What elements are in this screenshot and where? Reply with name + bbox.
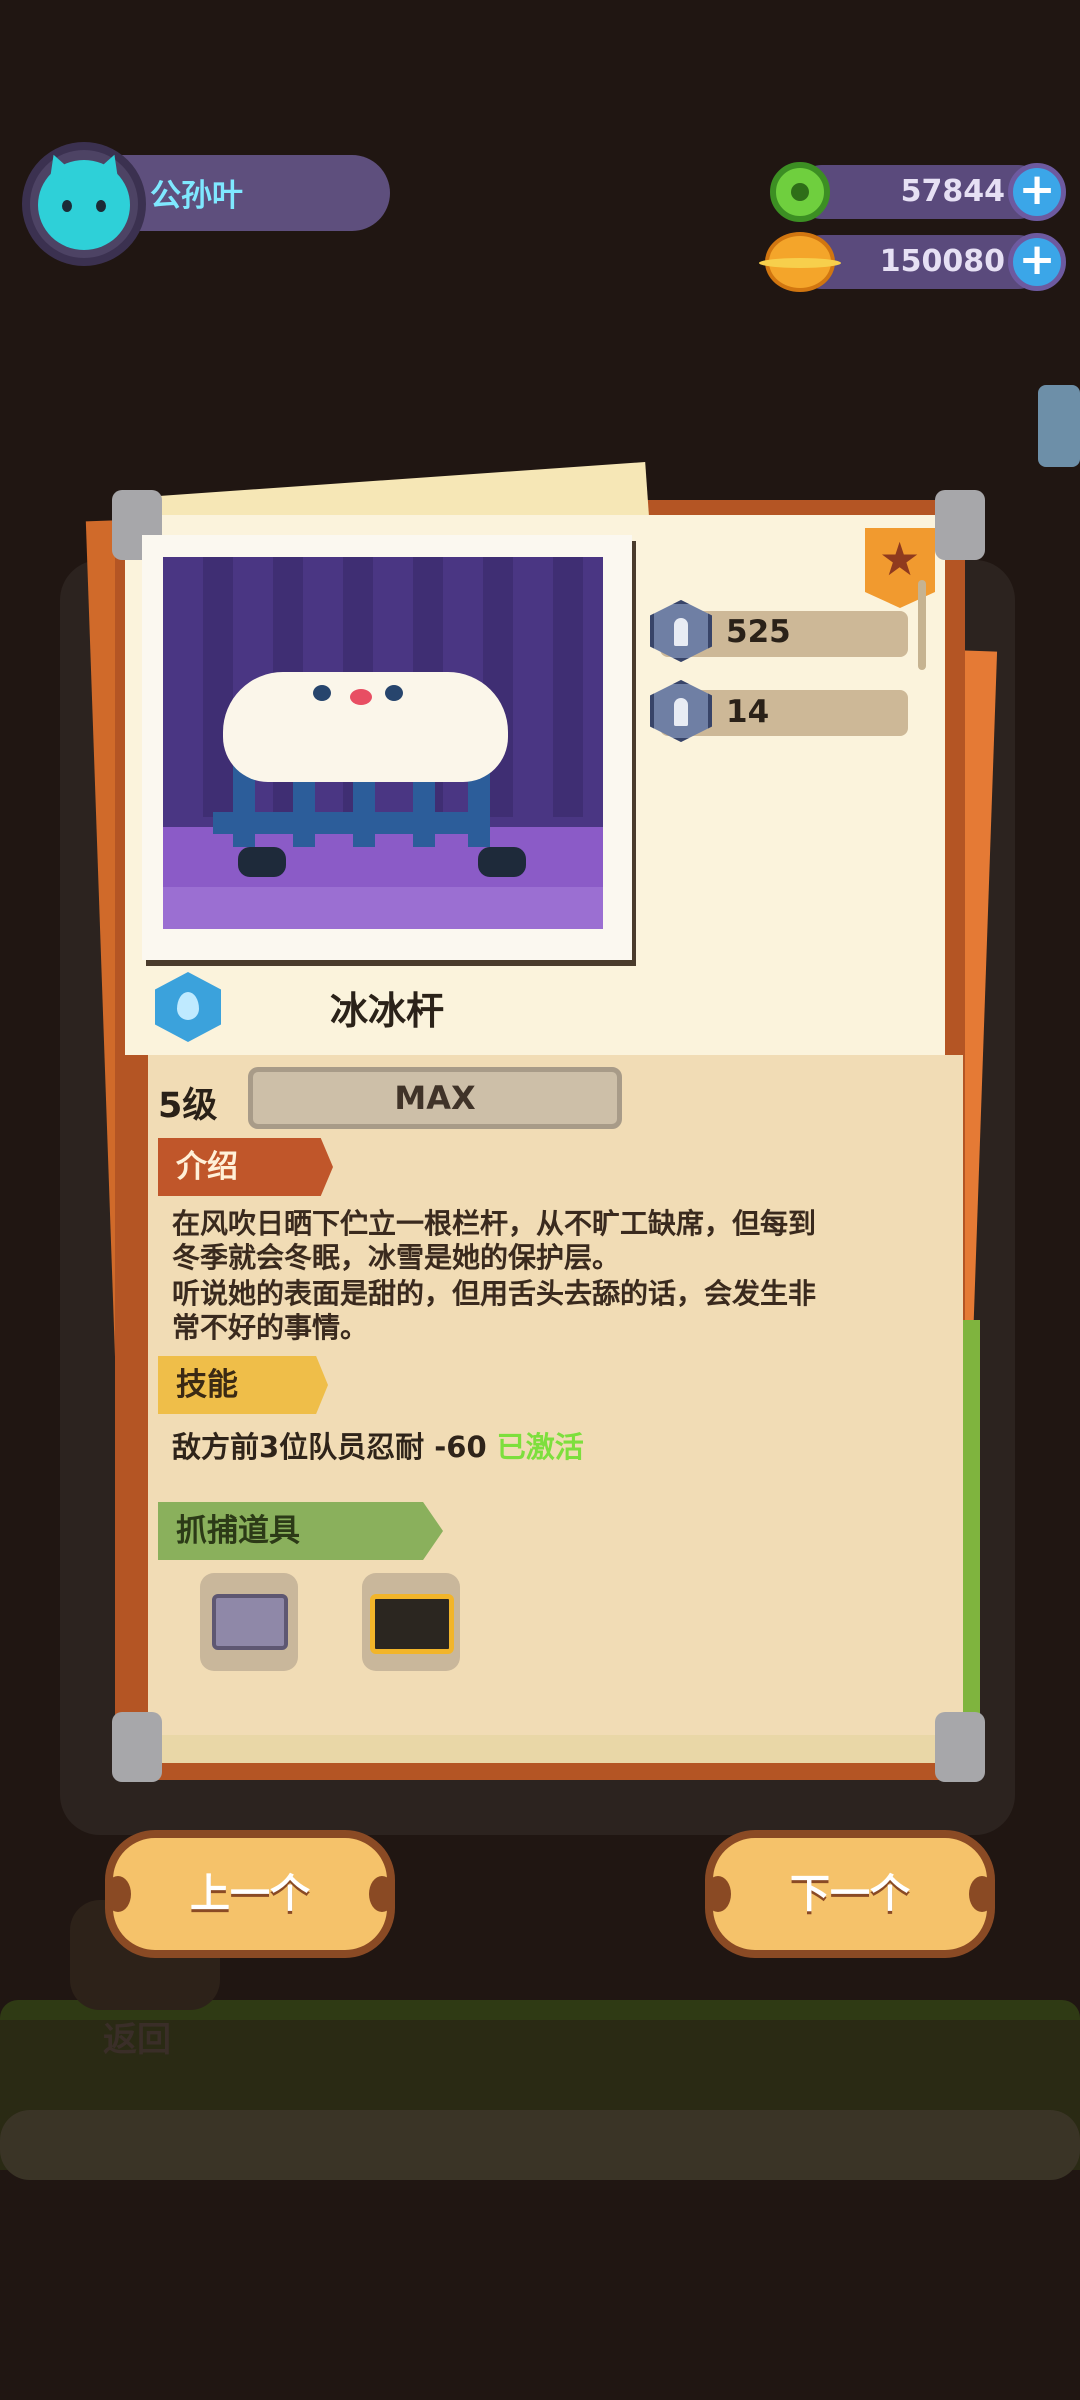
- intro-line: 在风吹日晒下伫立一根栏杆，从不旷工缺席，但每到: [172, 1207, 817, 1240]
- corner-clip-icon: [112, 1712, 162, 1782]
- next-label: 下一个: [790, 1871, 910, 1917]
- ground-path: [0, 2110, 1080, 2180]
- corner-clip-icon: [935, 1712, 985, 1782]
- attack-stat-value: 525: [726, 614, 791, 650]
- gold-toolbox-icon[interactable]: [370, 1594, 454, 1654]
- character-portrait: [163, 557, 603, 929]
- cat-avatar-icon[interactable]: [38, 149, 130, 250]
- stats-scrollbar[interactable]: [918, 580, 926, 670]
- back-label: 返回: [103, 2020, 171, 2060]
- previous-label: 上一个: [190, 1871, 310, 1917]
- skill-effect: 敌方前3位队员忍耐 -60: [172, 1430, 487, 1464]
- intro-line: 听说她的表面是甜的，但用舌头去舔的话，会发生非: [172, 1277, 817, 1310]
- add-gems-button[interactable]: +: [1008, 163, 1066, 221]
- defense-stat-value: 14: [726, 694, 770, 730]
- add-coins-button[interactable]: +: [1008, 233, 1066, 291]
- level-label: 5级: [158, 1086, 218, 1126]
- gray-toolbox-icon[interactable]: [212, 1594, 288, 1650]
- intro-ribbon: 介绍: [158, 1138, 333, 1196]
- corner-clip-icon: [935, 490, 985, 560]
- level-progress-bar: MAX: [248, 1067, 622, 1129]
- previous-button[interactable]: 上一个: [105, 1830, 395, 1958]
- next-button[interactable]: 下一个: [705, 1830, 995, 1958]
- gem-value: 57844: [900, 174, 1005, 209]
- skill-description: 敌方前3位队员忍耐 -60 已激活: [172, 1424, 584, 1466]
- character-name: 冰冰杆: [330, 989, 445, 1033]
- intro-line: 冬季就会冬眠，冰雪是她的保护层。: [172, 1241, 621, 1274]
- tools-ribbon: 抓捕道具: [158, 1502, 443, 1560]
- skill-status: 已激活: [496, 1430, 584, 1464]
- player-name: 公孙叶: [150, 178, 243, 214]
- side-clip-icon[interactable]: [1038, 385, 1080, 467]
- skill-ribbon: 技能: [158, 1356, 328, 1414]
- intro-line: 常不好的事情。: [172, 1311, 369, 1344]
- green-gem-icon: [770, 162, 830, 222]
- gold-coin-icon: [759, 232, 841, 292]
- card-bottom-strip: [135, 1735, 955, 1763]
